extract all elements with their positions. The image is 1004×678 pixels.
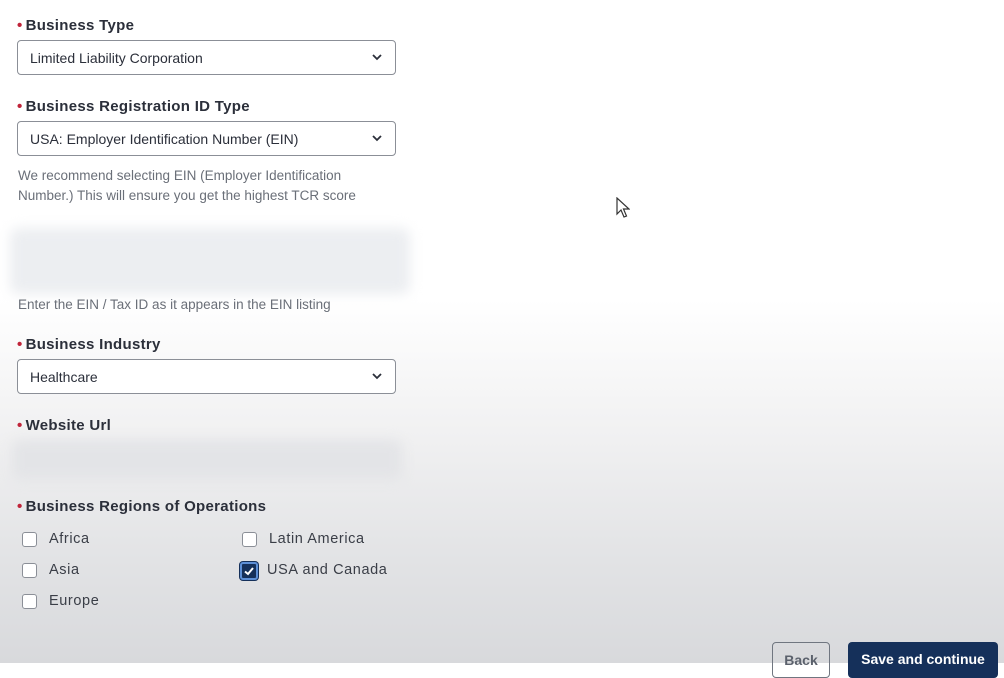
registration-id-type-value: USA: Employer Identification Number (EIN…: [30, 131, 299, 147]
checkbox[interactable]: [22, 563, 37, 578]
required-marker: •: [17, 498, 23, 515]
registration-id-type-select[interactable]: USA: Employer Identification Number (EIN…: [17, 121, 396, 156]
save-and-continue-button[interactable]: Save and continue: [848, 642, 998, 678]
business-type-value: Limited Liability Corporation: [30, 50, 203, 66]
checkbox[interactable]: [242, 532, 257, 547]
check-icon: [244, 567, 254, 576]
back-button[interactable]: Back: [772, 642, 830, 678]
website-url-label: • Website Url: [17, 417, 112, 434]
website-url-field-blurred[interactable]: [12, 440, 402, 480]
regions-label: • Business Regions of Operations: [17, 498, 267, 515]
ein-help: Enter the EIN / Tax ID as it appears in …: [18, 297, 331, 312]
mouse-pointer-icon: [616, 197, 630, 218]
required-marker: •: [17, 17, 23, 34]
business-industry-label: • Business Industry: [17, 336, 161, 353]
business-industry-value: Healthcare: [30, 369, 98, 385]
required-marker: •: [17, 98, 23, 115]
chevron-down-icon: [372, 54, 382, 61]
chevron-down-icon: [372, 135, 382, 142]
business-type-label: • Business Type: [17, 17, 135, 34]
checkbox[interactable]: [22, 594, 37, 609]
business-industry-select[interactable]: Healthcare: [17, 359, 396, 394]
registration-id-help: We recommend selecting EIN (Employer Ide…: [18, 168, 356, 203]
chevron-down-icon: [372, 373, 382, 380]
registration-id-type-label: • Business Registration ID Type: [17, 98, 250, 115]
ein-field-blurred[interactable]: [10, 228, 410, 294]
required-marker: •: [17, 417, 23, 434]
checkbox-checked[interactable]: [240, 562, 258, 580]
required-marker: •: [17, 336, 23, 353]
checkbox[interactable]: [22, 532, 37, 547]
business-type-select[interactable]: Limited Liability Corporation: [17, 40, 396, 75]
